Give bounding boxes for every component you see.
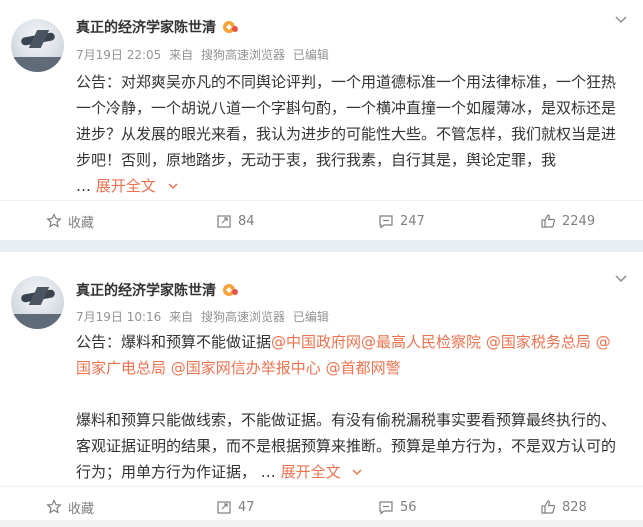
star-icon (46, 213, 62, 228)
expand-full-text-link[interactable]: 展开全文 (281, 463, 364, 481)
weibo-post-1: 真正的经济学家陈世清 7月19日 22:05 来自 搜狗高速浏览器 已编辑 公告… (0, 0, 643, 240)
author-name[interactable]: 真正的经济学家陈世清 (76, 283, 216, 299)
mention-link[interactable]: @国家网信办举报中心 (171, 359, 321, 377)
like-button[interactable]: 828 (540, 487, 587, 527)
edited-label[interactable]: 已编辑 (293, 310, 329, 324)
repost-icon (217, 501, 231, 514)
avatar[interactable] (11, 276, 64, 329)
like-button[interactable]: 2249 (540, 201, 595, 241)
like-count: 828 (562, 499, 587, 515)
avatar[interactable] (11, 19, 64, 72)
comment-icon (379, 215, 393, 229)
post-text: 公告：爆料和预算不能做证据@中国政府网@最高人民检察院 @国家税务总局 @国家广… (76, 329, 624, 485)
expand-full-text-link[interactable]: 展开全文 (96, 177, 179, 195)
favorite-button[interactable]: 收藏 (46, 487, 94, 527)
post-meta: 7月19日 22:05 来自 搜狗高速浏览器 已编辑 (76, 46, 333, 63)
mention-link[interactable]: @最高人民检察院 (361, 333, 481, 351)
mention-link[interactable]: @中国政府网 (271, 333, 361, 351)
fan-badge-icon[interactable] (222, 283, 238, 297)
thumbs-up-icon (541, 214, 556, 228)
repost-count: 84 (238, 213, 255, 229)
comment-button[interactable]: 56 (378, 487, 417, 527)
weibo-post-2: 真正的经济学家陈世清 7月19日 10:16 来自 搜狗高速浏览器 已编辑 公告… (0, 252, 643, 520)
comment-icon (379, 501, 393, 515)
favorite-button[interactable]: 收藏 (46, 201, 94, 241)
star-icon (46, 499, 62, 514)
post-meta: 7月19日 10:16 来自 搜狗高速浏览器 已编辑 (76, 308, 333, 325)
source-prefix: 来自 (169, 310, 194, 324)
ellipsis: … (76, 177, 91, 195)
chevron-down-icon[interactable] (613, 11, 629, 27)
expand-chevron-icon (168, 183, 178, 190)
post-body: 公告：对郑爽吴亦凡的不同舆论评判，一个用道德标准一个用法律标准，一个狂热一个冷静… (76, 73, 617, 169)
ellipsis: … (260, 463, 276, 481)
mention-link[interactable]: @首都网警 (326, 359, 401, 377)
action-bar: 收藏 84 247 2249 (0, 200, 643, 241)
post-text: 公告：对郑爽吴亦凡的不同舆论评判，一个用道德标准一个用法律标准，一个狂热一个冷静… (76, 69, 624, 199)
comment-button[interactable]: 247 (378, 201, 425, 241)
favorite-label: 收藏 (68, 501, 95, 517)
repost-count: 47 (238, 499, 255, 515)
comment-count: 247 (400, 213, 425, 229)
post-intro: 公告：爆料和预算不能做证据 (76, 333, 272, 351)
post-time[interactable]: 7月19日 22:05 (76, 48, 161, 62)
comment-count: 56 (400, 499, 417, 515)
expand-chevron-icon (352, 469, 362, 476)
mention-link[interactable]: @国家税务总局 (486, 333, 591, 351)
fan-badge-icon[interactable] (222, 20, 238, 34)
like-count: 2249 (562, 213, 596, 229)
repost-button[interactable]: 47 (216, 487, 255, 527)
favorite-label: 收藏 (68, 215, 95, 231)
thumbs-up-icon (541, 500, 556, 514)
edited-label[interactable]: 已编辑 (293, 48, 329, 62)
source-prefix: 来自 (169, 48, 194, 62)
action-bar: 收藏 47 56 828 (0, 486, 643, 527)
repost-icon (217, 215, 231, 228)
author-name[interactable]: 真正的经济学家陈世清 (76, 20, 216, 36)
repost-button[interactable]: 84 (216, 201, 255, 241)
post-time[interactable]: 7月19日 10:16 (76, 310, 161, 324)
chevron-down-icon[interactable] (613, 270, 629, 286)
post-separator (0, 240, 643, 252)
post-source: 搜狗高速浏览器 (200, 310, 285, 324)
post-source: 搜狗高速浏览器 (200, 48, 285, 62)
